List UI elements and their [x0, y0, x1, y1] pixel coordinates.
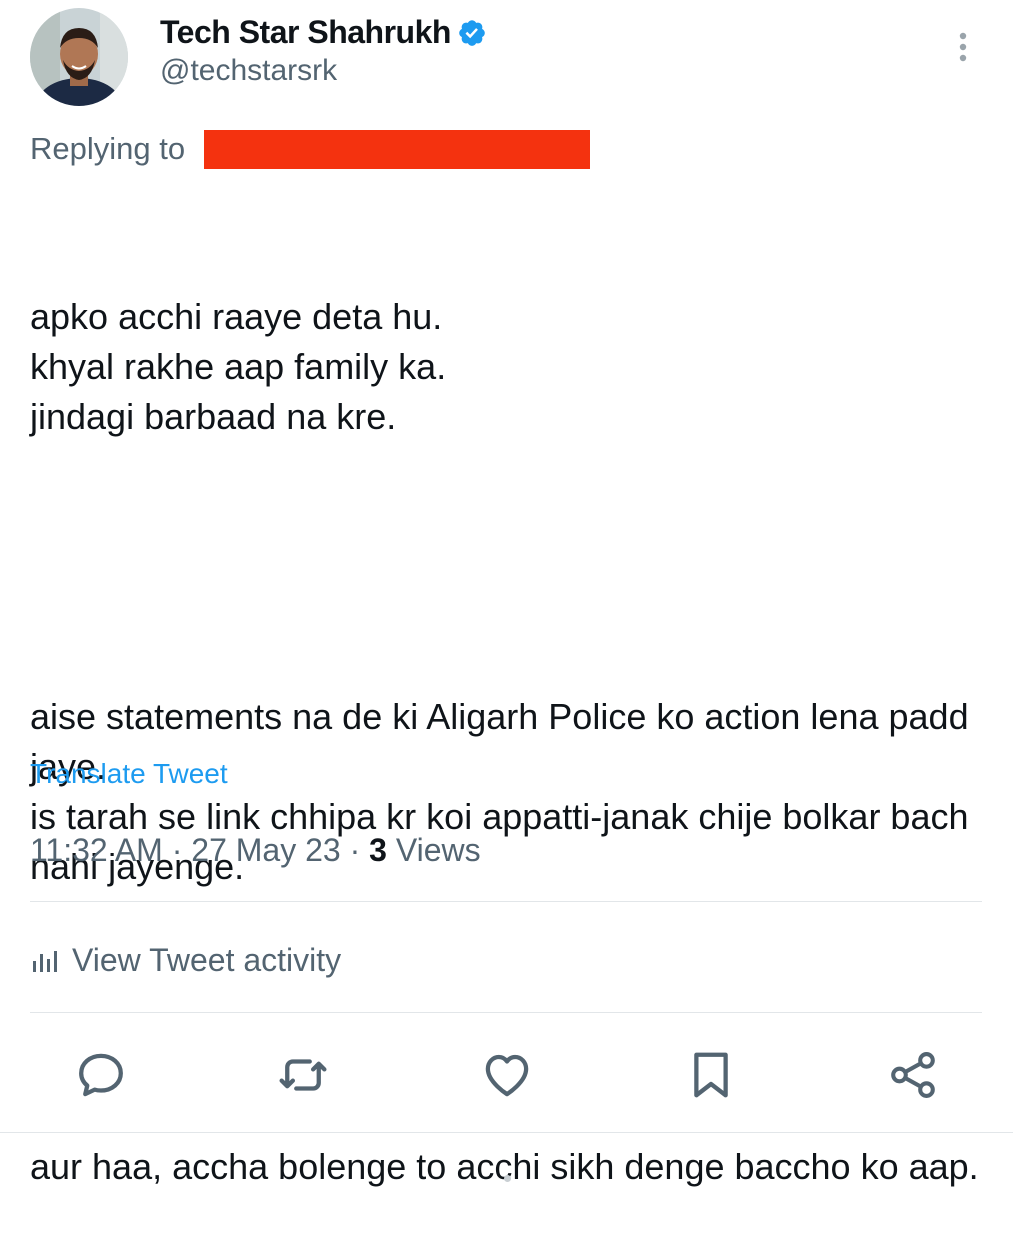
replying-to-label: Replying to	[30, 131, 186, 166]
tweet-meta: 11:32 AM · 27 May 23 · 3 Views	[30, 832, 481, 869]
heart-icon[interactable]	[480, 1048, 534, 1102]
more-options-icon[interactable]	[948, 28, 978, 68]
bar-chart-icon	[30, 946, 58, 974]
redacted-reply-handle	[204, 130, 590, 169]
retweet-icon[interactable]	[276, 1048, 330, 1102]
author-name-text[interactable]: Tech Star Shahrukh	[160, 14, 451, 51]
share-icon[interactable]	[886, 1048, 940, 1102]
avatar-image	[30, 8, 128, 106]
avatar[interactable]	[30, 8, 128, 106]
bookmark-icon[interactable]	[684, 1048, 738, 1102]
tweet-paragraph: apko acchi raaye deta hu. khyal rakhe aa…	[30, 296, 447, 437]
tweet-time[interactable]: 11:32 AM	[30, 832, 163, 868]
translate-tweet-link[interactable]: Translate Tweet	[30, 758, 228, 790]
view-tweet-activity-button[interactable]: View Tweet activity	[30, 936, 341, 984]
scroll-indicator-dot	[504, 1175, 511, 1182]
views-count: 3	[369, 832, 387, 868]
divider	[30, 901, 982, 902]
views-label: Views	[395, 832, 481, 868]
view-tweet-activity-label: View Tweet activity	[72, 941, 342, 978]
author-name[interactable]: Tech Star Shahrukh	[160, 14, 487, 51]
tweet-paragraph: aur haa, accha bolenge to acchi sikh den…	[30, 1146, 979, 1187]
verified-badge-icon	[457, 18, 487, 48]
divider	[30, 1012, 982, 1013]
reply-icon[interactable]	[74, 1048, 128, 1102]
divider	[0, 1132, 1013, 1133]
meta-separator: ·	[171, 832, 183, 868]
replying-to: Replying to	[30, 128, 185, 170]
author-handle[interactable]: @techstarsrk	[160, 54, 337, 88]
tweet-date[interactable]: 27 May 23	[191, 832, 340, 868]
meta-separator: ·	[349, 832, 361, 868]
